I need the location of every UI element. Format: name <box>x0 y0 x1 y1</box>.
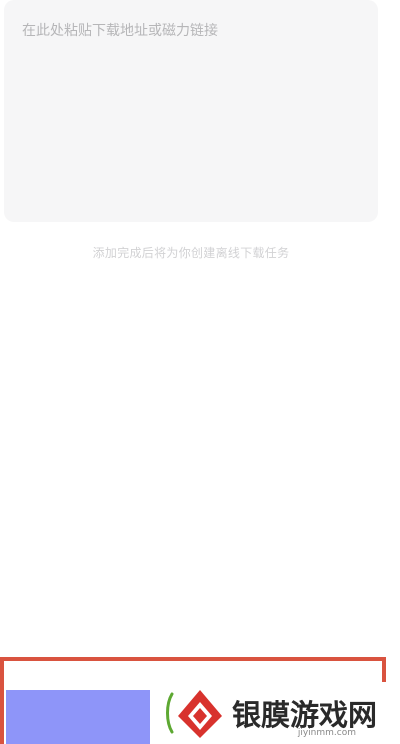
site-watermark: 银膜游戏网 jiyinmm.com <box>150 682 390 744</box>
watermark-domain-text: jiyinmm.com <box>297 728 356 738</box>
hint-text: 添加完成后将为你创建离线下载任务 <box>92 246 290 260</box>
download-url-input[interactable] <box>4 0 378 222</box>
add-download-task-screen: 添加完成后将为你创建离线下载任务 银膜游戏网 jiyinmm.com <box>0 0 400 744</box>
site-logo-icon <box>166 690 222 738</box>
confirm-button[interactable] <box>6 690 151 744</box>
